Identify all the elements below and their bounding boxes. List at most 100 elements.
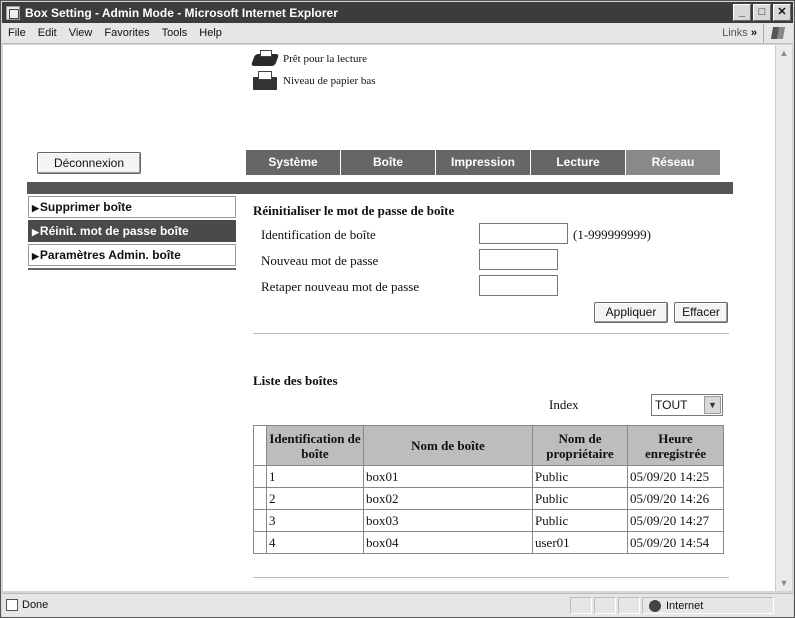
box-list-title: Liste des boîtes [253, 373, 338, 388]
new-password-label: Nouveau mot de passe [261, 253, 379, 268]
tab-reseau[interactable]: Réseau [626, 150, 720, 175]
printer-ready-icon [250, 49, 280, 69]
menu-bar: File Edit View Favorites Tools Help Link… [2, 23, 793, 44]
table-row[interactable]: 3 box03 Public 05/09/20 14:27 [253, 509, 724, 532]
menu-file[interactable]: File [2, 27, 32, 39]
cell-box-id: 2 [266, 487, 364, 510]
title-bar: Box Setting - Admin Mode - Microsoft Int… [2, 2, 793, 23]
printer-low-paper-icon [251, 71, 279, 91]
select-column-header [253, 425, 267, 466]
logout-button[interactable]: Déconnexion [37, 152, 141, 174]
sidebar-item-label: Réinit. mot de passe boîte [39, 224, 189, 238]
apply-button[interactable]: Appliquer [594, 302, 668, 323]
maximize-button[interactable]: □ [753, 4, 771, 21]
table-row[interactable]: 2 box02 Public 05/09/20 14:26 [253, 487, 724, 510]
row-select-cell[interactable] [253, 465, 267, 488]
status-bar: Done Internet [2, 593, 793, 617]
minimize-button[interactable]: _ [733, 4, 751, 21]
printer-ready-text: Prêt pour la lecture [283, 53, 367, 65]
status-done: Done [6, 599, 48, 611]
tab-systeme[interactable]: Système [246, 150, 340, 175]
row-select-cell[interactable] [253, 487, 267, 510]
close-button[interactable]: ✕ [773, 4, 791, 21]
menu-view[interactable]: View [63, 27, 99, 39]
cell-box-id: 3 [266, 509, 364, 532]
printer-low-paper-text: Niveau de papier bas [283, 75, 376, 87]
column-header-time: Heure enregistrée [627, 425, 724, 466]
box-id-label: Identification de boîte [261, 227, 376, 242]
globe-icon [649, 599, 661, 612]
sidebar-item-reset-password[interactable]: ▶Réinit. mot de passe boîte [28, 220, 236, 242]
box-id-range-hint: (1-999999999) [573, 227, 651, 242]
links-label: Links [722, 27, 748, 39]
clear-button[interactable]: Effacer [674, 302, 728, 323]
column-header-owner: Nom de propriétaire [532, 425, 628, 466]
triangle-right-icon: ▶ [32, 227, 39, 237]
status-cell [618, 597, 640, 614]
cell-time: 05/09/20 14:27 [627, 509, 724, 532]
status-zone: Internet [642, 597, 774, 614]
retype-password-label: Retaper nouveau mot de passe [261, 279, 420, 294]
row-select-cell[interactable] [253, 531, 267, 554]
cell-time: 05/09/20 14:54 [627, 531, 724, 554]
reset-form-title: Réinitialiser le mot de passe de boîte [253, 203, 455, 218]
scroll-up-icon[interactable]: ▲ [776, 45, 792, 61]
scroll-down-icon[interactable]: ▼ [776, 575, 792, 591]
header-divider-bar [27, 182, 733, 194]
page-icon [6, 599, 18, 611]
tab-lecture[interactable]: Lecture [531, 150, 625, 175]
index-select[interactable]: TOUT ▼ [651, 394, 723, 416]
index-selected-value: TOUT [655, 398, 688, 412]
retype-password-input[interactable] [479, 275, 558, 296]
cell-owner: Public [532, 509, 628, 532]
bottom-divider [253, 577, 729, 579]
index-label: Index [549, 397, 579, 412]
tab-boite[interactable]: Boîte [341, 150, 435, 175]
status-cell [570, 597, 592, 614]
sidebar-item-label: Supprimer boîte [39, 200, 132, 214]
sidebar-item-delete-box[interactable]: ▶Supprimer boîte [28, 196, 236, 218]
cell-owner: Public [532, 487, 628, 510]
new-password-input[interactable] [479, 249, 558, 270]
printer-status-low-paper: Niveau de papier bas [251, 71, 376, 91]
page-viewport: Prêt pour la lecture Niveau de papier ba… [3, 45, 775, 591]
table-header-row: Identification de boîte Nom de boîte Nom… [253, 425, 724, 466]
status-cell [594, 597, 616, 614]
status-text: Done [22, 599, 49, 611]
windows-logo-icon [763, 23, 791, 43]
table-row[interactable]: 1 box01 Public 05/09/20 14:25 [253, 465, 724, 488]
box-list-table: Identification de boîte Nom de boîte Nom… [253, 425, 724, 554]
links-more-icon: » [750, 27, 757, 39]
sidebar-item-label: Paramètres Admin. boîte [39, 248, 181, 262]
triangle-right-icon: ▶ [32, 203, 39, 213]
sidebar: ▶Supprimer boîte ▶Réinit. mot de passe b… [28, 196, 236, 270]
box-id-input[interactable] [479, 223, 568, 244]
menu-edit[interactable]: Edit [32, 27, 63, 39]
vertical-scrollbar[interactable]: ▲ ▼ [775, 45, 792, 591]
zone-text: Internet [666, 599, 704, 612]
column-header-box-id: Identification de boîte [266, 425, 364, 466]
menu-help[interactable]: Help [193, 27, 228, 39]
sidebar-item-admin-settings[interactable]: ▶Paramètres Admin. boîte [28, 244, 236, 266]
browser-window: Box Setting - Admin Mode - Microsoft Int… [0, 0, 795, 618]
printer-status-ready: Prêt pour la lecture [250, 49, 367, 69]
main-tabs: Système Boîte Impression Lecture Réseau [246, 150, 721, 175]
cell-box-name: box02 [363, 487, 533, 510]
menu-tools[interactable]: Tools [156, 27, 194, 39]
table-row[interactable]: 4 box04 user01 05/09/20 14:54 [253, 531, 724, 554]
cell-box-name: box01 [363, 465, 533, 488]
cell-owner: Public [532, 465, 628, 488]
cell-box-name: box04 [363, 531, 533, 554]
cell-box-id: 1 [266, 465, 364, 488]
row-select-cell[interactable] [253, 509, 267, 532]
tab-impression[interactable]: Impression [436, 150, 530, 175]
cell-time: 05/09/20 14:25 [627, 465, 724, 488]
cell-box-name: box03 [363, 509, 533, 532]
triangle-right-icon: ▶ [32, 251, 39, 261]
cell-box-id: 4 [266, 531, 364, 554]
links-toolbar[interactable]: Links » [722, 27, 763, 39]
column-header-box-name: Nom de boîte [363, 425, 533, 466]
menu-favorites[interactable]: Favorites [98, 27, 155, 39]
chevron-down-icon[interactable]: ▼ [704, 396, 721, 414]
section-divider [253, 333, 729, 335]
